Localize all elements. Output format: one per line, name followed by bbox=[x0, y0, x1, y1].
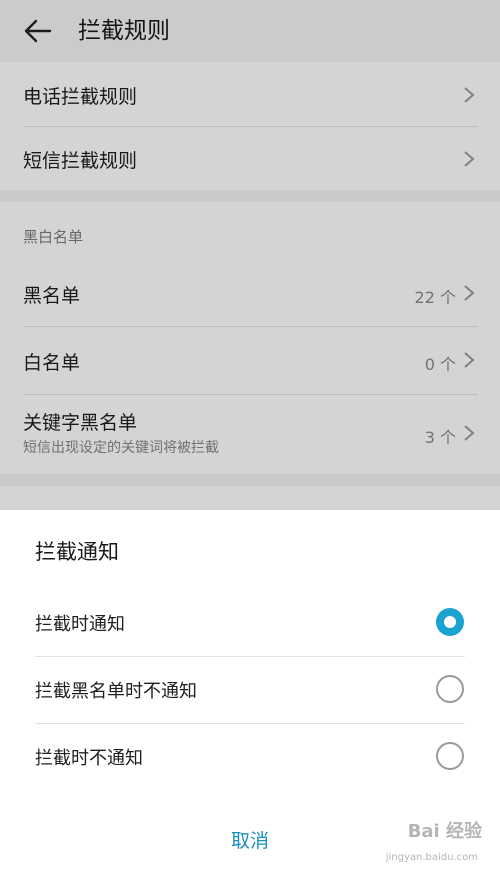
option-label: 拦截时通知 bbox=[35, 614, 125, 635]
radio-unselected-icon[interactable] bbox=[436, 742, 464, 770]
option-label: 拦截黑名单时不通知 bbox=[35, 681, 197, 702]
option-no-notify-blacklist[interactable]: 拦截黑名单时不通知 bbox=[0, 657, 500, 723]
option-no-notify[interactable]: 拦截时不通知 bbox=[0, 724, 500, 790]
option-label: 拦截时不通知 bbox=[35, 748, 143, 769]
watermark-logo: Bai 经验 bbox=[407, 821, 482, 842]
dialog-title: 拦截通知 bbox=[35, 540, 119, 564]
cancel-button[interactable]: 取消 bbox=[200, 826, 300, 853]
radio-unselected-icon[interactable] bbox=[436, 675, 464, 703]
radio-selected-icon[interactable] bbox=[436, 608, 464, 636]
watermark-url: jingyan.baidu.com bbox=[385, 852, 478, 863]
option-notify-on-intercept[interactable]: 拦截时通知 bbox=[0, 590, 500, 656]
